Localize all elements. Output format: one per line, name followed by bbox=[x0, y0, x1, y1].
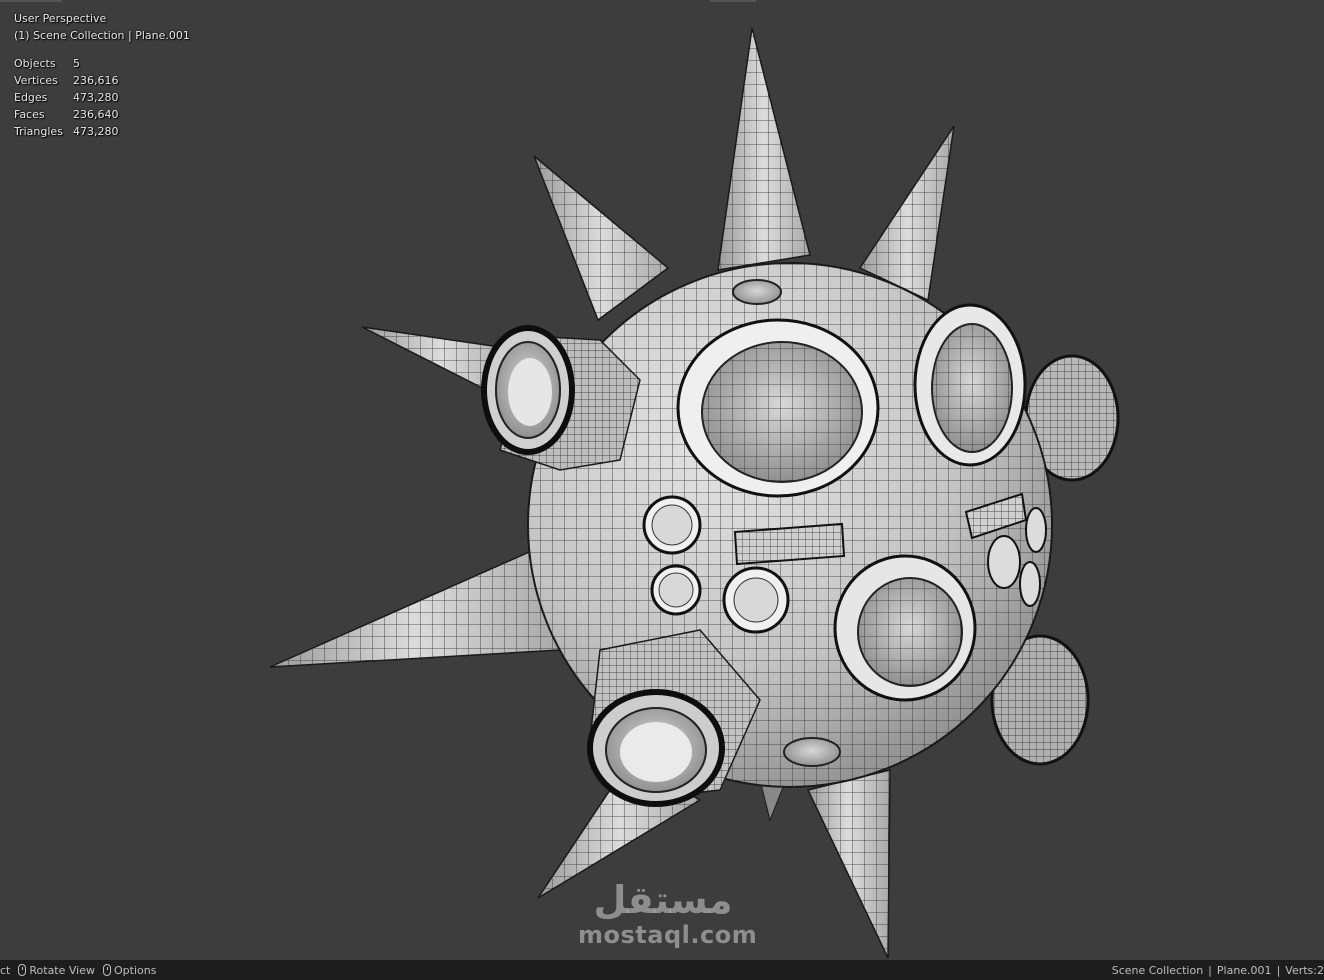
active-object-label: Plane.001 bbox=[1216, 963, 1272, 977]
status-bar-hints: ct Rotate View Options bbox=[0, 964, 164, 977]
spike-top-right-wire bbox=[860, 126, 954, 300]
spike-top-wire bbox=[718, 28, 810, 270]
watermark: مستقل mostaql.com bbox=[578, 878, 758, 949]
stat-objects: Objects 5 bbox=[14, 57, 80, 70]
rotate-view-hint: Rotate View bbox=[18, 964, 95, 977]
view-name: User Perspective bbox=[14, 12, 107, 25]
options-hint: Options bbox=[103, 964, 156, 977]
verts-label: Verts:2 bbox=[1285, 963, 1324, 977]
separator: | bbox=[1276, 963, 1281, 977]
status-bar-scene-info: Scene Collection | Plane.001 | Verts:2 bbox=[1112, 960, 1324, 980]
viewport-info-overlay: User Perspective (1) Scene Collection | … bbox=[14, 10, 190, 140]
3d-viewport[interactable]: User Perspective (1) Scene Collection | … bbox=[0, 0, 1324, 960]
options-label: Options bbox=[114, 963, 157, 977]
stat-faces: Faces 236,640 bbox=[14, 108, 119, 121]
stat-triangles: Triangles 473,280 bbox=[14, 125, 119, 138]
scene-collection-label: Scene Collection bbox=[1111, 963, 1204, 977]
stat-edges: Edges 473,280 bbox=[14, 91, 119, 104]
spike-bottom-wire bbox=[808, 770, 890, 958]
stat-vertices: Vertices 236,616 bbox=[14, 74, 119, 87]
status-bar: ct Rotate View Options Scene Collection … bbox=[0, 960, 1324, 980]
separator: | bbox=[1208, 963, 1212, 977]
select-hint-cut: ct bbox=[0, 963, 11, 977]
watermark-latin: mostaql.com bbox=[578, 921, 758, 949]
spiked-sphere-model[interactable] bbox=[0, 0, 1324, 960]
spike-lower-left-wire bbox=[270, 545, 560, 667]
mouse-icon bbox=[103, 964, 111, 976]
scene-statistics: Objects 5 Vertices 236,616 Edges 473,280… bbox=[14, 55, 190, 140]
watermark-arabic: مستقل bbox=[593, 878, 733, 922]
collection-line: (1) Scene Collection | Plane.001 bbox=[14, 29, 190, 42]
mouse-icon bbox=[18, 964, 27, 976]
rotate-view-label: Rotate View bbox=[29, 963, 95, 977]
spike-top-left-wire bbox=[534, 156, 668, 320]
